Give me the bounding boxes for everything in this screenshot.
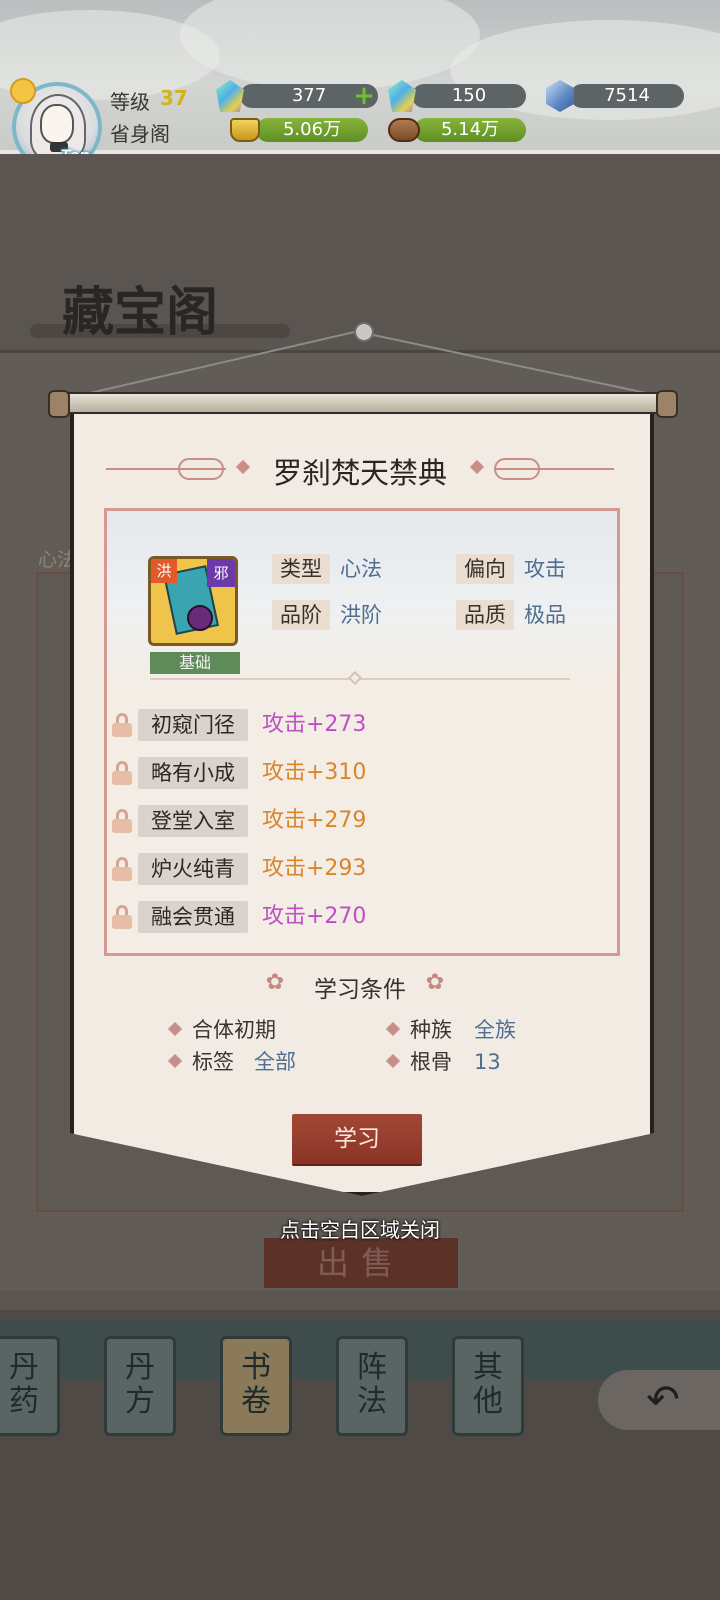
req-race-value: 全族 [474,1018,516,1042]
stage-label: 融会贯通 [138,901,248,933]
back-arrow-icon[interactable]: ↶ [598,1370,720,1430]
add-gem-button[interactable]: + [352,83,376,109]
lock-icon [112,905,132,929]
dialog-title: 罗刹梵天禁典 [272,456,447,490]
req-tag-value: 全部 [254,1050,296,1074]
hanging-knob-icon [354,322,374,342]
sect-name: 省身阁 [110,122,170,146]
stage-bonus: 攻击+279 [262,808,367,833]
req-bone-key: 根骨 [410,1050,452,1074]
scroll-rod [50,392,674,414]
book-icon: 洪 邪 [148,556,238,646]
req-realm: 合体初期 [192,1018,276,1042]
stage-bonus: 攻击+293 [262,856,367,881]
gold-count: 5.06万 [282,119,342,140]
tab-pills[interactable]: 丹 药 [0,1336,60,1436]
alignment-tag: 邪 [207,559,235,587]
level-label: 等级 [110,90,150,114]
prop-bias-key: 偏向 [456,554,514,584]
grade-tag: 洪 [151,559,177,583]
gold-ingot-icon [230,118,260,142]
learn-button[interactable]: 学习 [292,1114,422,1164]
level-value: 37 [160,86,188,110]
wood-log-icon [388,118,420,142]
tab-recipes[interactable]: 丹 方 [104,1336,176,1436]
lock-icon [112,761,132,785]
gold-bar: 5.06万 [256,118,368,142]
req-race-key: 种族 [410,1018,452,1042]
lock-icon [112,809,132,833]
stage-label: 初窥门径 [138,709,248,741]
rainbow-gem-count: 150 [451,85,487,106]
prop-rank-key: 品阶 [272,600,330,630]
flower-right-icon: ✿ [425,970,445,995]
lock-icon [112,857,132,881]
prop-quality-key: 品质 [456,600,514,630]
sun-icon [10,78,36,104]
rainbow-gem-bar: 150 [412,84,526,108]
book-level-badge: 基础 [150,652,240,674]
prop-rank-value: 洪阶 [340,603,382,627]
tab-formations[interactable]: 阵 法 [336,1336,408,1436]
wood-bar: 5.14万 [414,118,526,142]
prop-type-value: 心法 [340,557,382,581]
tab-books[interactable]: 书 卷 [220,1336,292,1436]
wood-count: 5.14万 [440,119,500,140]
prop-type-key: 类型 [272,554,330,584]
treasure-pavilion-title: 藏宝阁 [62,282,219,343]
stage-label: 略有小成 [138,757,248,789]
req-bone-value: 13 [474,1050,501,1074]
close-hint[interactable]: 点击空白区域关闭 [0,1214,720,1243]
requirements-title: 学习条件 [314,977,406,1003]
stage-label: 炉火纯青 [138,853,248,885]
stage-label: 登堂入室 [138,805,248,837]
stage-bonus: 攻击+273 [262,712,367,737]
blue-crystal-count: 7514 [604,85,650,106]
prop-bias-value: 攻击 [524,557,566,581]
prop-quality-value: 极品 [524,603,566,627]
stage-bonus: 攻击+310 [262,760,367,785]
blue-crystal-bar: 7514 [570,84,684,108]
tab-other[interactable]: 其 他 [452,1336,524,1436]
green-gem-count: 377 [291,85,327,106]
sell-button[interactable]: 出售 [264,1238,458,1288]
stage-bonus: 攻击+270 [262,904,367,929]
lock-icon [112,713,132,737]
req-tag-key: 标签 [192,1050,234,1074]
